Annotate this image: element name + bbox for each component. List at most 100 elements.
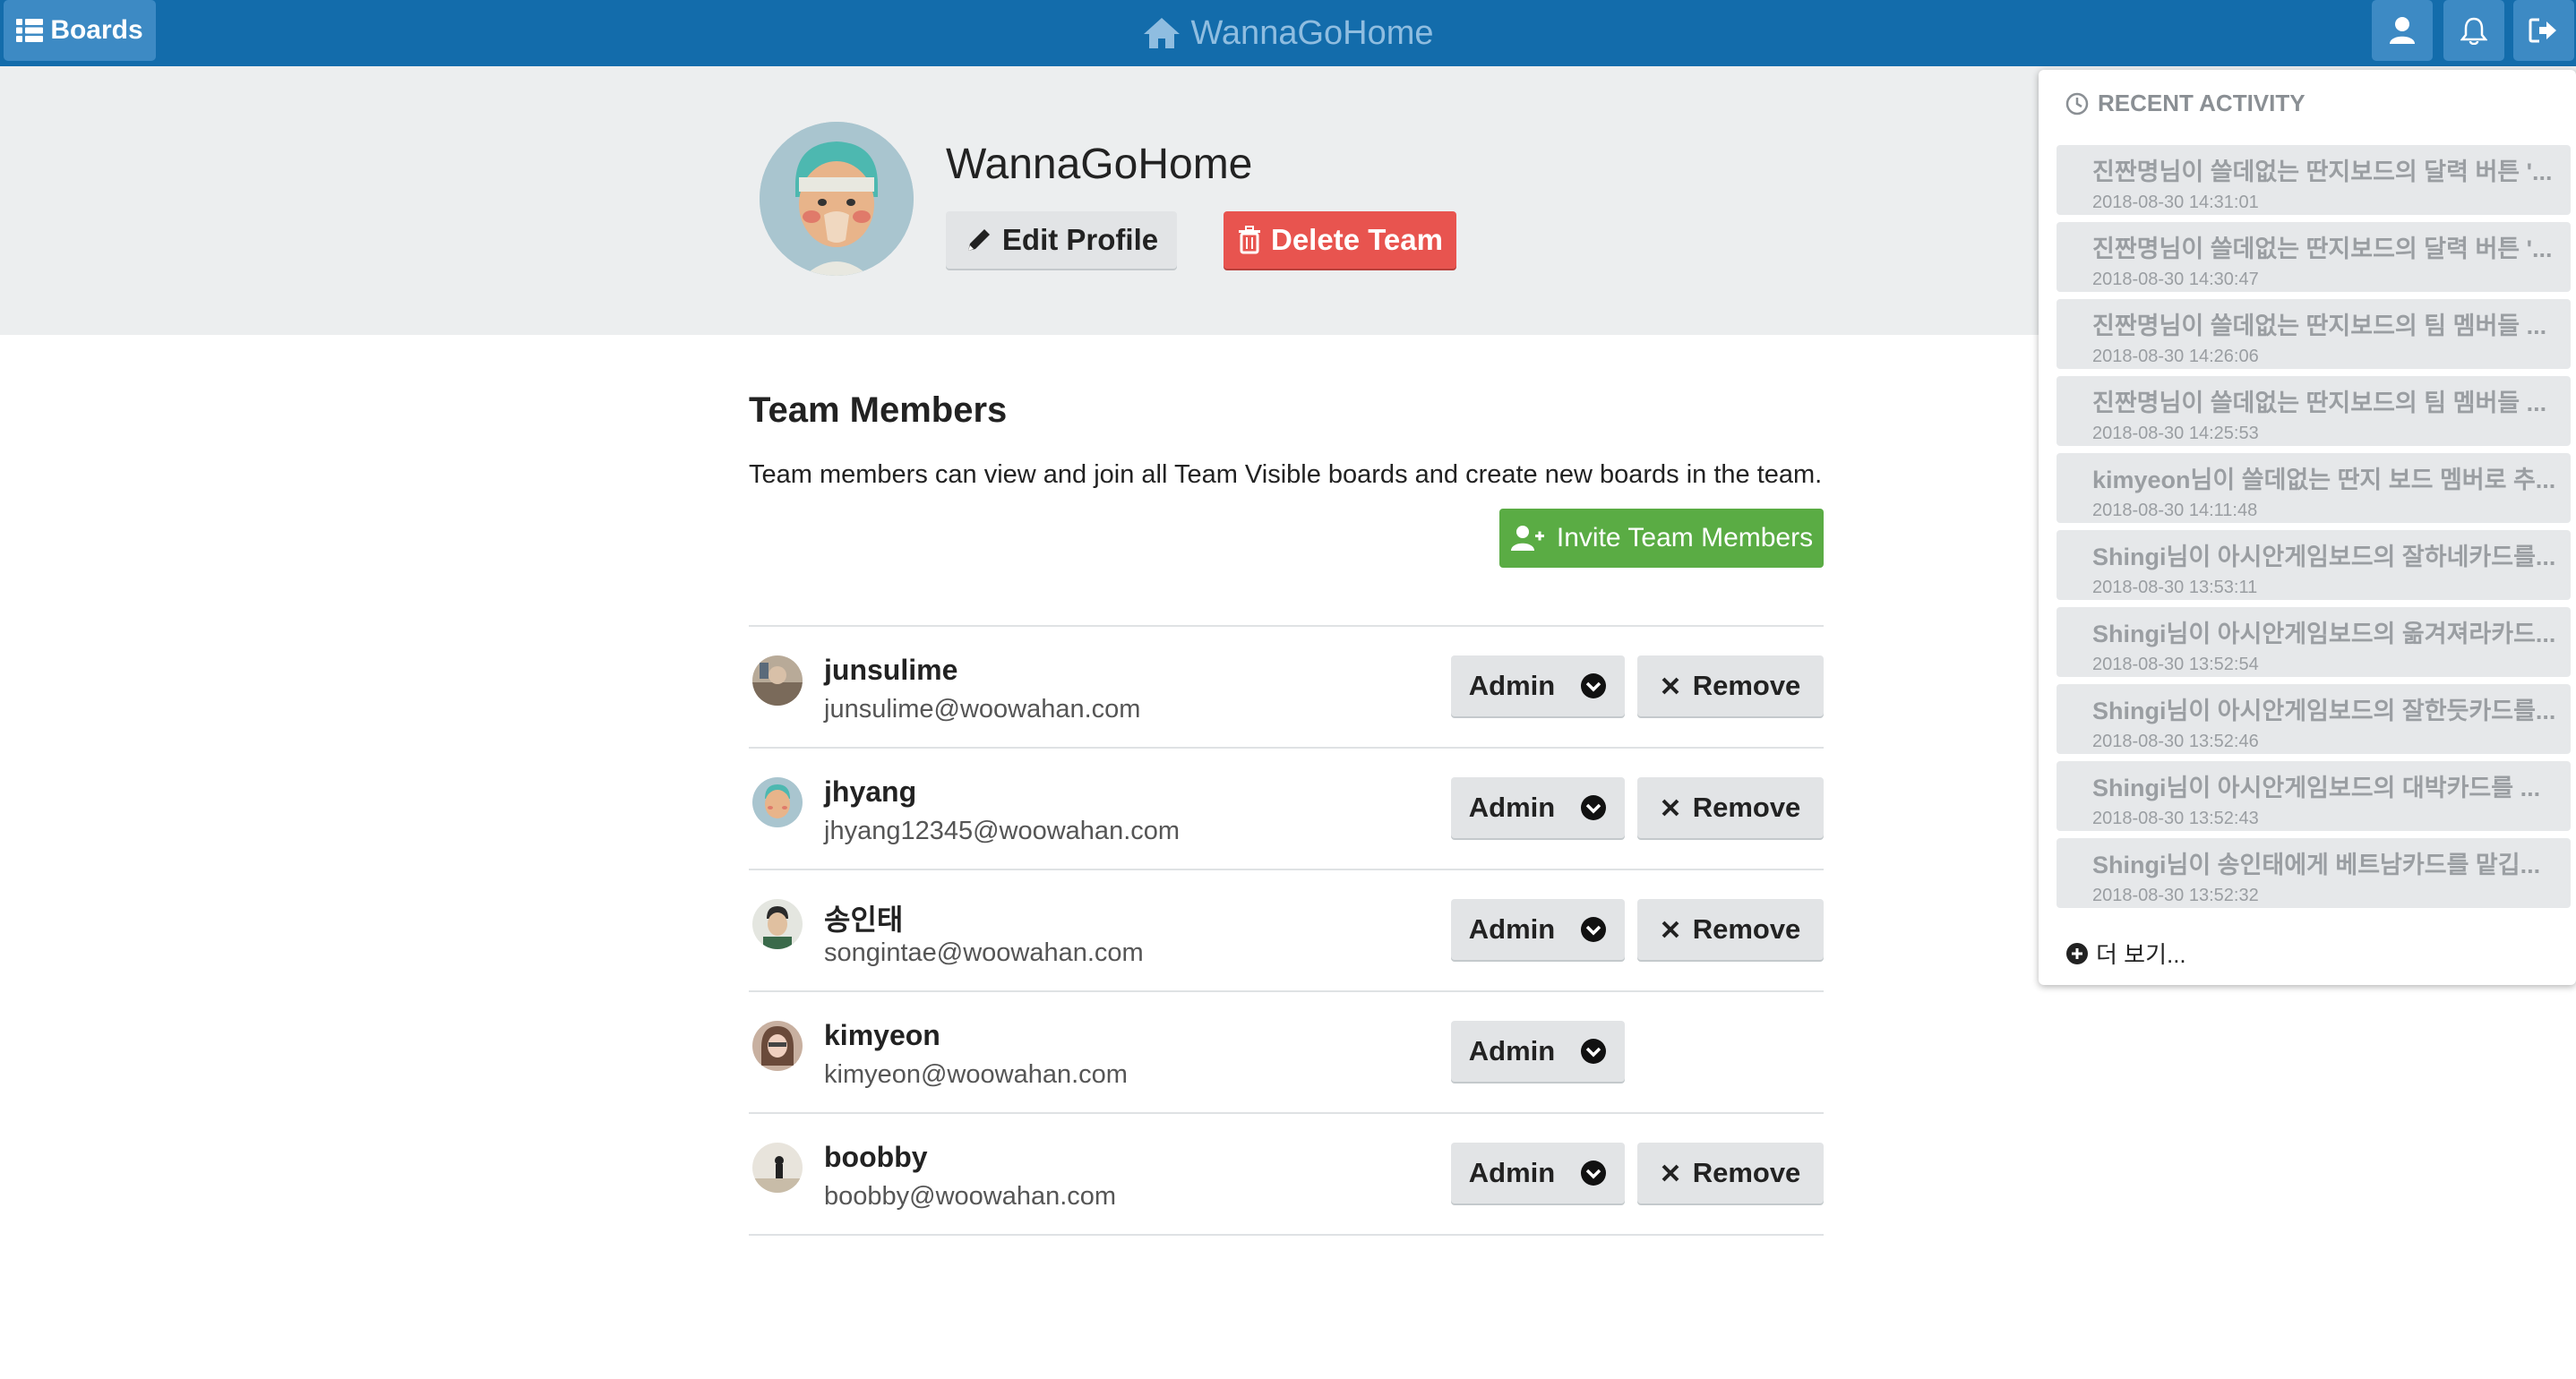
- activity-item[interactable]: Shingi님이 아시안게임보드의 대박카드를 ... 2018-08-30 13…: [2057, 761, 2571, 831]
- user-button[interactable]: [2372, 0, 2433, 61]
- activity-text: Shingi님이 송인태에게 베트남카드를 맡깁...: [2092, 852, 2541, 878]
- chevron-down-icon: [1581, 795, 1607, 820]
- boards-button[interactable]: Boards: [4, 0, 156, 61]
- recent-activity-header: RECENT ACTIVITY: [2065, 90, 2306, 117]
- show-more-link[interactable]: 더 보기...: [2065, 937, 2186, 970]
- recent-activity-title: RECENT ACTIVITY: [2098, 90, 2306, 116]
- role-dropdown[interactable]: Admin: [1451, 1021, 1625, 1082]
- remove-label: Remove: [1692, 792, 1801, 823]
- remove-label: Remove: [1692, 1157, 1801, 1188]
- team-members-description: Team members can view and join all Team …: [749, 460, 1823, 489]
- show-more-label: 더 보기...: [2096, 941, 2186, 968]
- role-label: Admin: [1468, 1035, 1556, 1066]
- activity-time: 2018-08-30 13:52:43: [2092, 809, 2259, 828]
- member-row: 송인태 songintae@woowahan.com Admin Remove: [749, 870, 1824, 992]
- member-email: songintae@woowahan.com: [824, 938, 1144, 967]
- team-avatar: [760, 122, 914, 276]
- user-icon: [2390, 17, 2415, 44]
- member-row: jhyang jhyang12345@woowahan.com Admin Re…: [749, 749, 1824, 870]
- brand-logo: WannaGoHome: [0, 0, 2576, 66]
- avatar: [752, 777, 803, 827]
- avatar: [752, 899, 803, 949]
- chevron-down-icon: [1581, 1161, 1607, 1186]
- close-icon: [1662, 677, 1679, 695]
- logout-button[interactable]: [2513, 0, 2574, 61]
- role-dropdown[interactable]: Admin: [1451, 777, 1625, 838]
- activity-item[interactable]: Shingi님이 아시안게임보드의 옮겨져라카드... 2018-08-30 13…: [2057, 607, 2571, 677]
- member-name: boobby: [824, 1141, 928, 1173]
- activity-item[interactable]: 진짠명님이 쓸데없는 딴지보드의 달력 버튼 '... 2018-08-30 14…: [2057, 145, 2571, 215]
- boards-label: Boards: [50, 15, 143, 45]
- activity-text: 진짠명님이 쓸데없는 딴지보드의 달력 버튼 '...: [2092, 236, 2553, 262]
- top-navbar: Boards WannaGoHome: [0, 0, 2576, 66]
- notifications-button[interactable]: [2443, 0, 2504, 61]
- recent-activity-panel: RECENT ACTIVITY 진짠명님이 쓸데없는 딴지보드의 달력 버튼 '…: [2039, 70, 2576, 985]
- delete-team-label: Delete Team: [1271, 223, 1443, 256]
- avatar: [752, 1143, 803, 1193]
- activity-text: 진짠명님이 쓸데없는 딴지보드의 팀 멤버들 ...: [2092, 390, 2547, 416]
- member-email: junsulime@woowahan.com: [824, 695, 1141, 724]
- member-email: boobby@woowahan.com: [824, 1182, 1117, 1211]
- chevron-down-icon: [1581, 917, 1607, 942]
- member-row: junsulime junsulime@woowahan.com Admin R…: [749, 627, 1824, 749]
- activity-text: 진짠명님이 쓸데없는 딴지보드의 팀 멤버들 ...: [2092, 313, 2547, 339]
- member-name: 송인태: [824, 904, 904, 936]
- edit-profile-button[interactable]: Edit Profile: [946, 211, 1177, 269]
- activity-item[interactable]: Shingi님이 아시안게임보드의 잘하네카드를... 2018-08-30 13…: [2057, 530, 2571, 600]
- invite-members-label: Invite Team Members: [1556, 523, 1814, 552]
- delete-team-button[interactable]: Delete Team: [1224, 211, 1456, 269]
- role-dropdown[interactable]: Admin: [1451, 655, 1625, 716]
- team-members-heading: Team Members: [749, 390, 1008, 430]
- clock-icon: [2065, 92, 2089, 115]
- activity-item[interactable]: 진짠명님이 쓸데없는 딴지보드의 달력 버튼 '... 2018-08-30 14…: [2057, 222, 2571, 292]
- activity-text: Shingi님이 아시안게임보드의 옮겨져라카드...: [2092, 621, 2556, 647]
- activity-time: 2018-08-30 14:26:06: [2092, 347, 2259, 366]
- role-label: Admin: [1468, 670, 1556, 701]
- activity-item[interactable]: Shingi님이 아시안게임보드의 잘한듯카드를... 2018-08-30 13…: [2057, 684, 2571, 754]
- activity-item[interactable]: 진짠명님이 쓸데없는 딴지보드의 팀 멤버들 ... 2018-08-30 14:…: [2057, 376, 2571, 446]
- activity-list: 진짠명님이 쓸데없는 딴지보드의 달력 버튼 '... 2018-08-30 14…: [2057, 145, 2571, 915]
- member-email: jhyang12345@woowahan.com: [824, 817, 1181, 845]
- chevron-down-icon: [1581, 673, 1607, 698]
- activity-text: Shingi님이 아시안게임보드의 잘하네카드를...: [2092, 544, 2556, 570]
- activity-time: 2018-08-30 14:31:01: [2092, 193, 2259, 212]
- close-icon: [1662, 921, 1679, 938]
- pencil-icon: [967, 229, 990, 251]
- avatar: [752, 655, 803, 706]
- list-icon: [16, 19, 44, 42]
- member-name: kimyeon: [824, 1019, 940, 1051]
- member-row: kimyeon kimyeon@woowahan.com Admin: [749, 992, 1824, 1114]
- activity-item[interactable]: Shingi님이 송인태에게 베트남카드를 맡깁... 2018-08-30 13…: [2057, 838, 2571, 908]
- remove-label: Remove: [1692, 670, 1801, 701]
- activity-text: 진짠명님이 쓸데없는 딴지보드의 달력 버튼 '...: [2092, 158, 2553, 185]
- home-icon: [1144, 18, 1181, 48]
- member-name: jhyang: [824, 775, 917, 808]
- activity-time: 2018-08-30 13:52:32: [2092, 886, 2259, 905]
- activity-item[interactable]: 진짠명님이 쓸데없는 딴지보드의 팀 멤버들 ... 2018-08-30 14:…: [2057, 299, 2571, 369]
- activity-text: Shingi님이 아시안게임보드의 잘한듯카드를...: [2092, 698, 2556, 724]
- invite-members-button[interactable]: Invite Team Members: [1499, 509, 1824, 568]
- member-name: junsulime: [824, 654, 958, 686]
- role-label: Admin: [1468, 1157, 1556, 1188]
- role-dropdown[interactable]: Admin: [1451, 1143, 1625, 1203]
- activity-time: 2018-08-30 14:30:47: [2092, 270, 2259, 289]
- role-label: Admin: [1468, 913, 1556, 945]
- bell-icon: [2460, 17, 2487, 45]
- remove-member-button[interactable]: Remove: [1637, 655, 1824, 716]
- remove-member-button[interactable]: Remove: [1637, 899, 1824, 960]
- team-name: WannaGoHome: [946, 141, 1253, 188]
- role-dropdown[interactable]: Admin: [1451, 899, 1625, 960]
- members-list: junsulime junsulime@woowahan.com Admin R…: [749, 625, 1824, 1236]
- remove-member-button[interactable]: Remove: [1637, 777, 1824, 838]
- member-email: kimyeon@woowahan.com: [824, 1060, 1128, 1089]
- activity-time: 2018-08-30 13:52:54: [2092, 655, 2259, 674]
- activity-text: Shingi님이 아시안게임보드의 대박카드를 ...: [2092, 775, 2541, 801]
- activity-time: 2018-08-30 14:25:53: [2092, 424, 2259, 443]
- remove-member-button[interactable]: Remove: [1637, 1143, 1824, 1203]
- activity-item[interactable]: kimyeon님이 쓸데없는 딴지 보드 멤버로 추... 2018-08-30 …: [2057, 453, 2571, 523]
- brand-name[interactable]: WannaGoHome: [1190, 14, 1433, 53]
- activity-time: 2018-08-30 14:11:48: [2092, 501, 2258, 520]
- plus-circle-icon: [2066, 942, 2088, 964]
- avatar: [752, 1021, 803, 1071]
- close-icon: [1662, 1164, 1679, 1182]
